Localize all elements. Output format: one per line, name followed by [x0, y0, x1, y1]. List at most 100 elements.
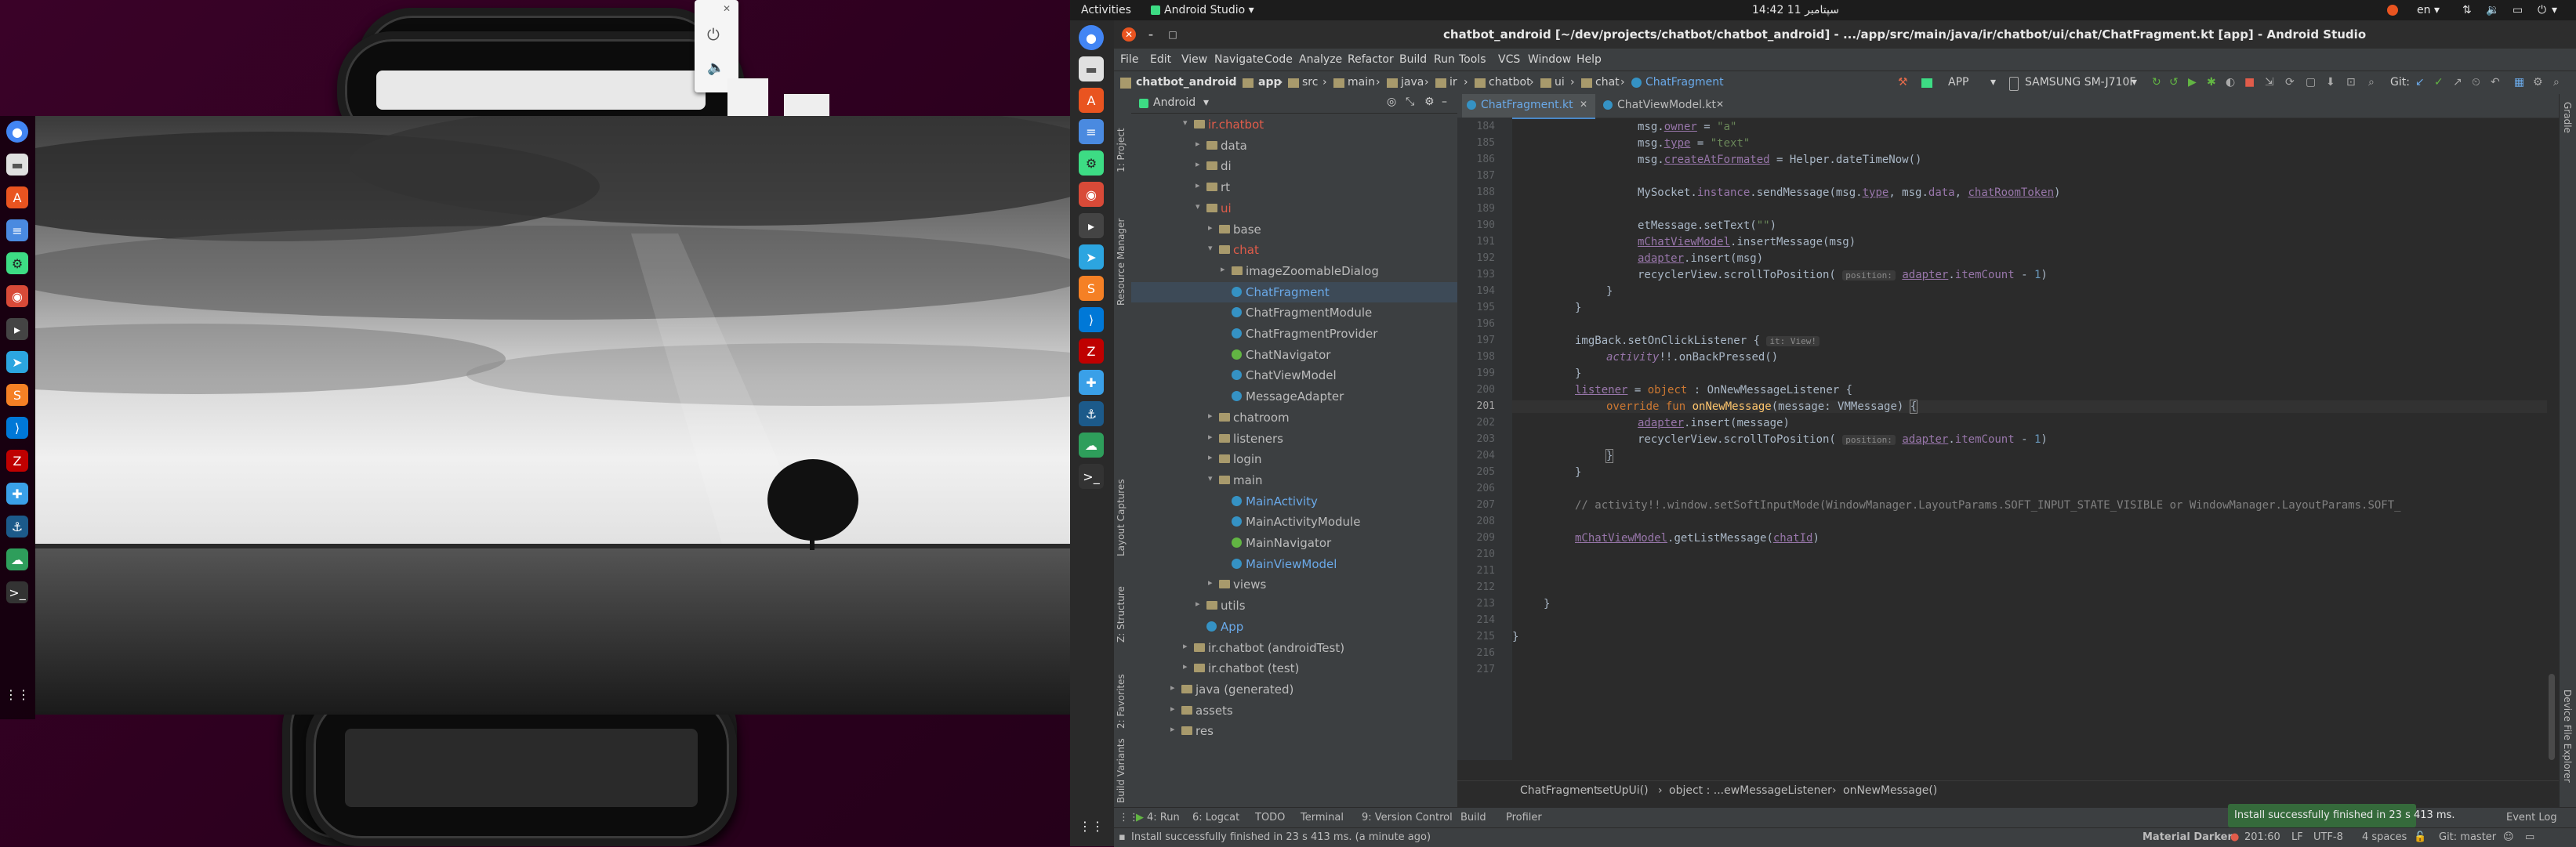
activities-button[interactable]: Activities	[1081, 4, 1131, 16]
tool-run[interactable]: 4: Run	[1147, 812, 1180, 823]
sdk-manager-icon[interactable]: ⬇	[2326, 76, 2335, 89]
app-icon[interactable]: ◉	[6, 285, 28, 307]
tab-device-file-explorer[interactable]: Device File Explorer	[2562, 690, 2573, 799]
chrome-icon[interactable]: ●	[6, 121, 28, 143]
tree-folder[interactable]: ▸ ir.chatbot (androidTest)	[1131, 638, 1457, 658]
run-icon[interactable]: ▶	[2188, 76, 2197, 89]
chevron-right-icon[interactable]: ▸	[1170, 724, 1175, 734]
software-icon[interactable]: A	[6, 186, 28, 208]
menu-edit[interactable]: Edit	[1150, 53, 1171, 66]
menu-navigate[interactable]: Navigate	[1214, 53, 1264, 66]
apply-code-icon[interactable]: ↺	[2169, 76, 2179, 89]
status-message[interactable]: Install successfully finished in 23 s 41…	[1131, 831, 1431, 843]
terminal-icon[interactable]: >_	[1079, 464, 1104, 489]
sublime-icon[interactable]: S	[6, 384, 28, 406]
chevron-right-icon[interactable]: ▸	[1195, 180, 1200, 190]
chevron-right-icon[interactable]: ▸	[1183, 661, 1188, 671]
error-icon[interactable]: ●	[2230, 831, 2239, 843]
breadcrumb-src[interactable]: src	[1302, 76, 1318, 89]
hide-icon[interactable]: –	[1442, 96, 1447, 108]
chevron-down-icon[interactable]: ▾	[1208, 473, 1213, 483]
chevron-right-icon[interactable]: ▸	[1208, 223, 1213, 233]
tool-logcat[interactable]: 6: Logcat	[1192, 812, 1239, 823]
tree-file[interactable]: ChatNavigator	[1131, 345, 1457, 365]
tree-folder[interactable]: ▸ di	[1131, 156, 1457, 176]
app-icon[interactable]: ☁	[1079, 433, 1104, 458]
tree-folder[interactable]: ▸ listeners	[1131, 429, 1457, 449]
tree-file[interactable]: MessageAdapter	[1131, 386, 1457, 407]
code-area[interactable]: msg.owner = "a" msg.type = "text" msg.cr…	[1512, 118, 2547, 760]
tab-favorites[interactable]: 2: Favorites	[1116, 658, 1127, 729]
crumb-object[interactable]: object : ...ewMessageListener	[1669, 784, 1832, 797]
inspection-icon[interactable]: ☺	[2503, 831, 2514, 843]
menu-build[interactable]: Build	[1399, 53, 1427, 66]
scrollbar[interactable]	[2549, 674, 2555, 760]
menu-tools[interactable]: Tools	[1459, 53, 1486, 66]
chevron-down-icon[interactable]: ▾	[1208, 243, 1213, 253]
tree-file[interactable]: MainViewModel	[1131, 554, 1457, 574]
document-icon[interactable]: ≡	[1079, 119, 1104, 144]
theme-indicator[interactable]: Material Darker	[2142, 831, 2233, 843]
stop-icon[interactable]: ■	[2244, 76, 2255, 89]
tree-folder[interactable]: ▸ views	[1131, 574, 1457, 595]
tab-chatfragment[interactable]: ChatFragment.kt ✕	[1462, 94, 1595, 119]
tree-folder[interactable]: ▾ main	[1131, 470, 1457, 490]
device-select[interactable]: SAMSUNG SM-J710F	[2025, 76, 2135, 89]
breadcrumb-main[interactable]: main	[1348, 76, 1375, 89]
breadcrumb-chatfragment[interactable]: ChatFragment	[1645, 76, 1724, 89]
git-update-icon[interactable]: ↙	[2415, 76, 2425, 89]
tab-build-variants[interactable]: Build Variants	[1116, 729, 1127, 803]
files-icon[interactable]: ▬	[1079, 56, 1104, 81]
crumb-function[interactable]: setUpUi()	[1597, 784, 1649, 797]
search-everywhere-icon[interactable]: ⌕	[2553, 76, 2560, 89]
menu-window[interactable]: Window	[1528, 53, 1571, 66]
view-selector[interactable]: Android	[1153, 96, 1195, 109]
vscode-icon[interactable]: ⟩	[1079, 307, 1104, 332]
debug-icon[interactable]: ✱	[2207, 76, 2216, 89]
project-structure-icon[interactable]: ▦	[2514, 76, 2524, 89]
app-icon[interactable]: ⚓	[6, 516, 28, 538]
profile-icon[interactable]: ◐	[2226, 76, 2235, 89]
tree-file[interactable]: ChatFragmentProvider	[1131, 324, 1457, 344]
hammer-icon[interactable]: ⚒	[1898, 76, 1908, 89]
menu-refactor[interactable]: Refactor	[1348, 53, 1394, 66]
notification-balloon[interactable]: Install successfully finished in 23 s 41…	[2228, 804, 2455, 827]
tree-folder[interactable]: ▸ res	[1131, 721, 1457, 741]
git-push-icon[interactable]: ↗	[2453, 76, 2462, 89]
caret-position[interactable]: 201:60	[2244, 831, 2280, 843]
sublime-icon[interactable]: S	[1079, 276, 1104, 301]
close-icon[interactable]: ✕	[1580, 99, 1587, 110]
menu-analyze[interactable]: Analyze	[1299, 53, 1342, 66]
tree-folder[interactable]: ▸ java (generated)	[1131, 679, 1457, 700]
chevron-right-icon[interactable]: ▸	[1221, 264, 1225, 274]
run-config-select[interactable]: APP	[1948, 76, 1968, 89]
app-icon[interactable]: ☁	[6, 548, 28, 570]
file-encoding[interactable]: UTF-8	[2313, 831, 2343, 843]
document-icon[interactable]: ≡	[6, 219, 28, 241]
menu-help[interactable]: Help	[1576, 53, 1602, 66]
chevron-right-icon[interactable]: ▸	[1195, 599, 1200, 609]
collapse-icon[interactable]: ⤡	[1406, 96, 1414, 108]
chevron-right-icon[interactable]: ▸	[1208, 411, 1213, 421]
clock[interactable]: 14:42 سپتامبر 11	[1752, 4, 1839, 16]
chevron-right-icon[interactable]: ▸	[1208, 577, 1213, 588]
close-icon[interactable]: ✕	[723, 3, 731, 14]
tab-structure[interactable]: Z: Structure	[1116, 572, 1127, 642]
tree-folder[interactable]: ▸ utils	[1131, 595, 1457, 616]
tool-terminal[interactable]: Terminal	[1301, 812, 1344, 823]
window-title-bar[interactable]: ✕ – □ chatbot_android [~/dev/projects/ch…	[1114, 20, 2576, 49]
breadcrumb-chat[interactable]: chat	[1595, 76, 1620, 89]
maximize-window-button[interactable]: □	[1166, 27, 1180, 42]
apply-changes-icon[interactable]: ↻	[2152, 76, 2161, 89]
software-icon[interactable]: A	[1079, 88, 1104, 113]
battery-icon[interactable]: ▭	[2513, 4, 2523, 16]
settings-icon[interactable]: ⚙	[1424, 96, 1435, 108]
chevron-down-icon[interactable]: ▾	[1195, 201, 1200, 212]
tool-todo[interactable]: TODO	[1255, 812, 1285, 823]
sync-icon[interactable]: ⟳	[2285, 76, 2295, 89]
terminal-icon[interactable]: >_	[6, 581, 28, 603]
vcs-branch[interactable]: Git: master	[2439, 831, 2496, 843]
tree-file[interactable]: ChatFragmentModule	[1131, 302, 1457, 323]
tool-profiler[interactable]: Profiler	[1506, 812, 1542, 823]
files-icon[interactable]: ▬	[6, 154, 28, 176]
